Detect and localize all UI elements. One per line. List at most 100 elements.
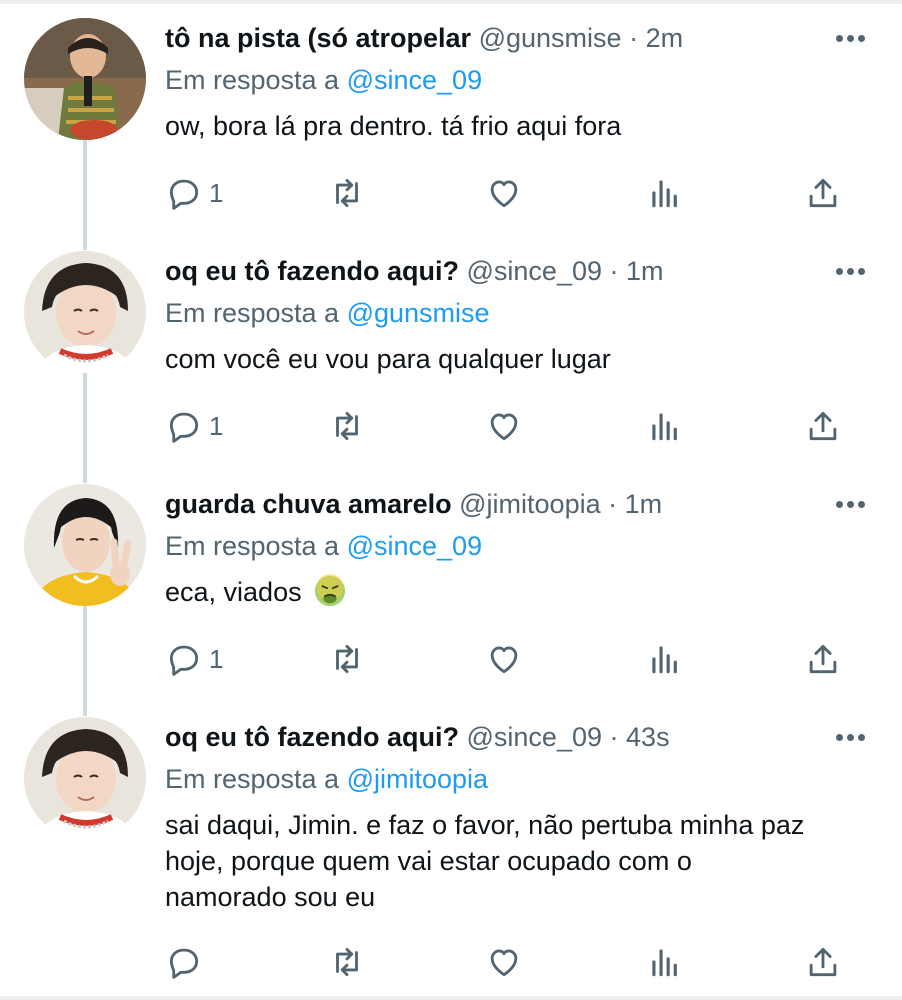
timestamp[interactable]: 2m xyxy=(646,23,684,53)
reply-button[interactable] xyxy=(165,940,209,984)
tweet-text-line: sai daqui, Jimin. e faz o favor, não per… xyxy=(165,810,805,840)
tweet-text: com você eu vou para qualquer lugar xyxy=(165,344,611,374)
avatar[interactable] xyxy=(24,18,146,140)
display-name[interactable]: guarda chuva amarelo xyxy=(165,489,452,519)
more-icon[interactable] xyxy=(834,488,868,520)
tweet-text-line: hoje, porque quem vai estar ocupado com … xyxy=(165,846,692,876)
like-button[interactable] xyxy=(485,637,523,681)
timestamp[interactable]: 1m xyxy=(625,489,663,519)
analytics-icon xyxy=(652,949,677,977)
reply-context-label: Em resposta a xyxy=(165,764,340,794)
tweet-text: ow, bora lá pra dentro. tá frio aqui for… xyxy=(165,111,622,141)
nauseated-face-icon xyxy=(314,574,346,607)
timestamp[interactable]: 43s xyxy=(626,722,670,752)
top-divider xyxy=(0,0,902,4)
share-icon xyxy=(809,411,837,441)
user-handle[interactable]: @since_09 xyxy=(467,722,603,752)
avatar[interactable] xyxy=(24,251,146,373)
display-name[interactable]: oq eu tô fazendo aqui? xyxy=(165,256,459,286)
analytics-button[interactable] xyxy=(646,940,684,984)
retweet-button[interactable] xyxy=(328,940,366,984)
avatar[interactable] xyxy=(24,484,146,606)
heart-icon xyxy=(490,413,518,441)
share-button[interactable] xyxy=(804,404,842,448)
reply-button[interactable]: 1 xyxy=(165,404,223,448)
reply-count: 1 xyxy=(209,410,224,441)
tweet-header: tô na pista (só atropelar @gunsmise · 2m xyxy=(165,18,902,58)
reply-context-label: Em resposta a xyxy=(165,298,340,328)
reply-count: 1 xyxy=(209,643,224,674)
tweet[interactable]: oq eu tô fazendo aqui? @since_09 · 43s E… xyxy=(0,717,902,947)
separator: · xyxy=(609,722,619,752)
share-icon xyxy=(809,947,837,977)
heart-icon xyxy=(490,949,518,977)
more-icon[interactable] xyxy=(834,255,868,287)
retweet-button[interactable] xyxy=(328,637,366,681)
share-button[interactable] xyxy=(804,637,842,681)
analytics-button[interactable] xyxy=(646,171,684,215)
reply-to-link[interactable]: @since_09 xyxy=(347,531,483,561)
tweet-actions xyxy=(160,940,862,984)
tweet-actions: 1 xyxy=(160,404,862,448)
tweet-text-content: eca, viados xyxy=(165,577,302,607)
more-icon[interactable] xyxy=(834,721,868,753)
retweet-icon xyxy=(336,411,358,441)
retweet-button[interactable] xyxy=(328,404,366,448)
user-handle[interactable]: @gunsmise xyxy=(479,23,622,53)
reply-context: Em resposta a @since_09 xyxy=(165,62,482,98)
avatar-jimitoopia xyxy=(24,484,146,606)
reply-count: 1 xyxy=(209,177,224,208)
reply-to-link[interactable]: @gunsmise xyxy=(347,298,490,328)
tweet-header: oq eu tô fazendo aqui? @since_09 · 1m xyxy=(165,251,902,291)
analytics-icon xyxy=(652,646,677,674)
reply-icon xyxy=(169,179,199,210)
user-handle[interactable]: @jimitoopia xyxy=(459,489,600,519)
reply-button[interactable]: 1 xyxy=(165,637,223,681)
separator: · xyxy=(629,23,639,53)
reply-context: Em resposta a @since_09 xyxy=(165,528,482,564)
bottom-divider xyxy=(0,996,902,1000)
display-name[interactable]: oq eu tô fazendo aqui? xyxy=(165,722,459,752)
reply-icon xyxy=(169,948,199,979)
more-icon[interactable] xyxy=(834,22,868,54)
analytics-icon xyxy=(652,413,677,441)
analytics-button[interactable] xyxy=(646,637,684,681)
separator: · xyxy=(609,256,619,286)
reply-to-link[interactable]: @since_09 xyxy=(347,65,483,95)
reply-button[interactable]: 1 xyxy=(165,171,223,215)
share-icon xyxy=(809,644,837,674)
user-handle[interactable]: @since_09 xyxy=(467,256,603,286)
reply-context: Em resposta a @gunsmise xyxy=(165,295,490,331)
analytics-button[interactable] xyxy=(646,404,684,448)
timestamp[interactable]: 1m xyxy=(626,256,664,286)
like-button[interactable] xyxy=(485,171,523,215)
tweet-text-line: namorado sou eu xyxy=(165,882,376,912)
tweet-header: oq eu tô fazendo aqui? @since_09 · 43s xyxy=(165,717,902,757)
reply-icon xyxy=(169,645,199,676)
share-button[interactable] xyxy=(804,171,842,215)
tweet-actions: 1 xyxy=(160,171,862,215)
tweet-header: guarda chuva amarelo @jimitoopia · 1m xyxy=(165,484,902,524)
display-name[interactable]: tô na pista (só atropelar xyxy=(165,23,471,53)
reply-icon xyxy=(169,412,199,443)
avatar[interactable] xyxy=(24,717,146,839)
like-button[interactable] xyxy=(485,404,523,448)
heart-icon xyxy=(490,180,518,208)
retweet-button[interactable] xyxy=(328,171,366,215)
avatar-since09 xyxy=(24,251,146,373)
reply-context-label: Em resposta a xyxy=(165,531,340,561)
share-icon xyxy=(809,178,837,208)
analytics-icon xyxy=(652,180,677,208)
tweet-actions: 1 xyxy=(160,637,862,681)
tweet-text: sai daqui, Jimin. e faz o favor, não per… xyxy=(165,807,865,915)
avatar-gunsmise xyxy=(24,18,146,140)
avatar-since09 xyxy=(24,717,146,839)
reply-context: Em resposta a @jimitoopia xyxy=(165,761,488,797)
retweet-icon xyxy=(336,947,358,977)
like-button[interactable] xyxy=(485,940,523,984)
retweet-icon xyxy=(336,178,358,208)
reply-to-link[interactable]: @jimitoopia xyxy=(347,764,488,794)
retweet-icon xyxy=(336,644,358,674)
separator: · xyxy=(608,489,618,519)
share-button[interactable] xyxy=(804,940,842,984)
